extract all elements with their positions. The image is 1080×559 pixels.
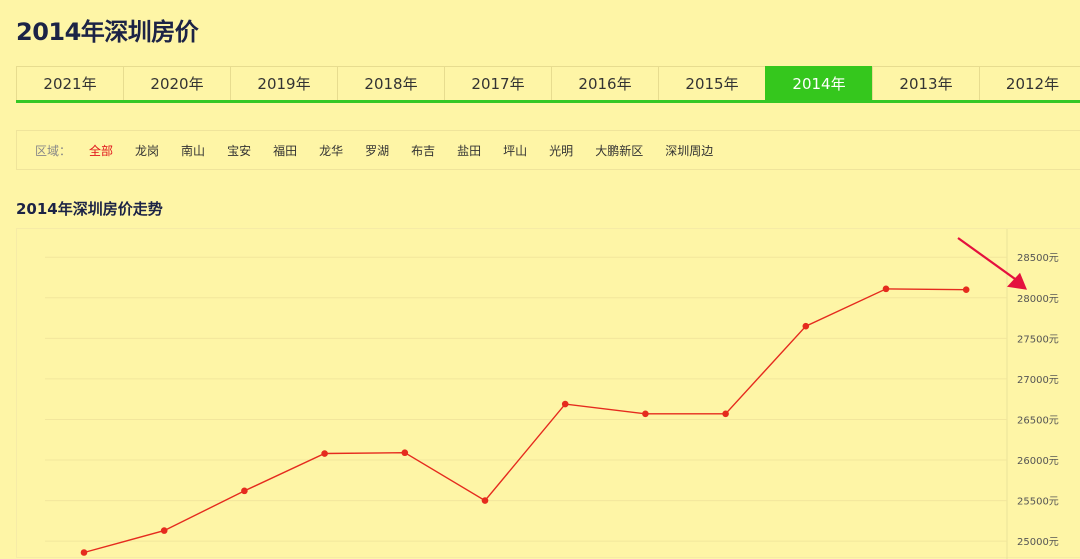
district-item[interactable]: 全部 [89,142,113,159]
data-point [160,527,168,534]
y-tick-label: 27000元 [1017,375,1059,386]
year-tab-2015[interactable]: 2015年 [658,66,765,100]
year-tab-2016[interactable]: 2016年 [551,66,658,100]
district-item[interactable]: 深圳周边 [665,142,713,159]
y-tick-label: 25500元 [1017,497,1059,508]
data-point [642,410,649,418]
page-title: 2014年深圳房价 [16,18,199,46]
y-tick-label: 26000元 [1017,456,1059,467]
district-item[interactable]: 罗湖 [365,142,389,159]
chart-title: 2014年深圳房价走势 [16,200,163,218]
data-point [321,450,328,457]
year-tab-2021[interactable]: 2021年 [16,66,123,100]
data-point [80,549,88,556]
district-item[interactable]: 布吉 [411,142,435,159]
data-point [722,410,729,418]
district-filter: 区域： 全部 龙岗 南山 宝安 福田 龙华 罗湖 布吉 盐田 坪山 光明 大鹏新区 深圳周边 [16,130,1080,170]
data-point [802,322,810,330]
year-tab-2018[interactable]: 2018年 [337,66,444,100]
y-tick-label: 27500元 [1017,334,1059,345]
price-trend-chart: 25000元 25500元 26000元 26500元 27000元 27500元 2800… [45,229,1059,559]
district-label: 区域： [35,143,72,158]
data-point [882,285,890,293]
year-tab-2013[interactable]: 2013年 [872,66,979,100]
district-item[interactable]: 光明 [549,142,573,159]
data-point [481,497,489,504]
year-tab-2019[interactable]: 2019年 [230,66,337,100]
year-tab-2012[interactable]: 2012年 [979,66,1080,100]
data-point [561,400,569,408]
year-tabs: 2021年 2020年 2019年 2018年 2017年 2016年 2015年 2014年… [16,66,1080,103]
district-item[interactable]: 盐田 [457,142,481,159]
district-item[interactable]: 南山 [181,142,205,159]
district-item[interactable]: 龙岗 [135,142,159,159]
district-item[interactable]: 福田 [273,142,297,159]
data-point [241,487,248,495]
data-point [401,449,409,457]
district-item[interactable]: 宝安 [227,142,251,159]
chart-area: 25000元 25500元 26000元 26500元 27000元 27500元 2800… [16,228,1080,559]
annotation-arrow-shaft [957,237,1020,283]
year-tab-2014[interactable]: 2014年 [765,66,872,100]
year-tab-2020[interactable]: 2020年 [123,66,230,100]
series-line [83,288,967,554]
y-tick-label: 28500元 [1017,253,1059,264]
district-item[interactable]: 坪山 [503,142,527,159]
y-tick-label: 25000元 [1017,537,1059,548]
district-item[interactable]: 龙华 [319,142,343,159]
district-item[interactable]: 大鹏新区 [595,142,643,159]
y-tick-label: 28000元 [1017,294,1059,305]
data-point [962,286,970,293]
year-tab-2017[interactable]: 2017年 [444,66,551,100]
y-tick-label: 26500元 [1017,415,1059,426]
